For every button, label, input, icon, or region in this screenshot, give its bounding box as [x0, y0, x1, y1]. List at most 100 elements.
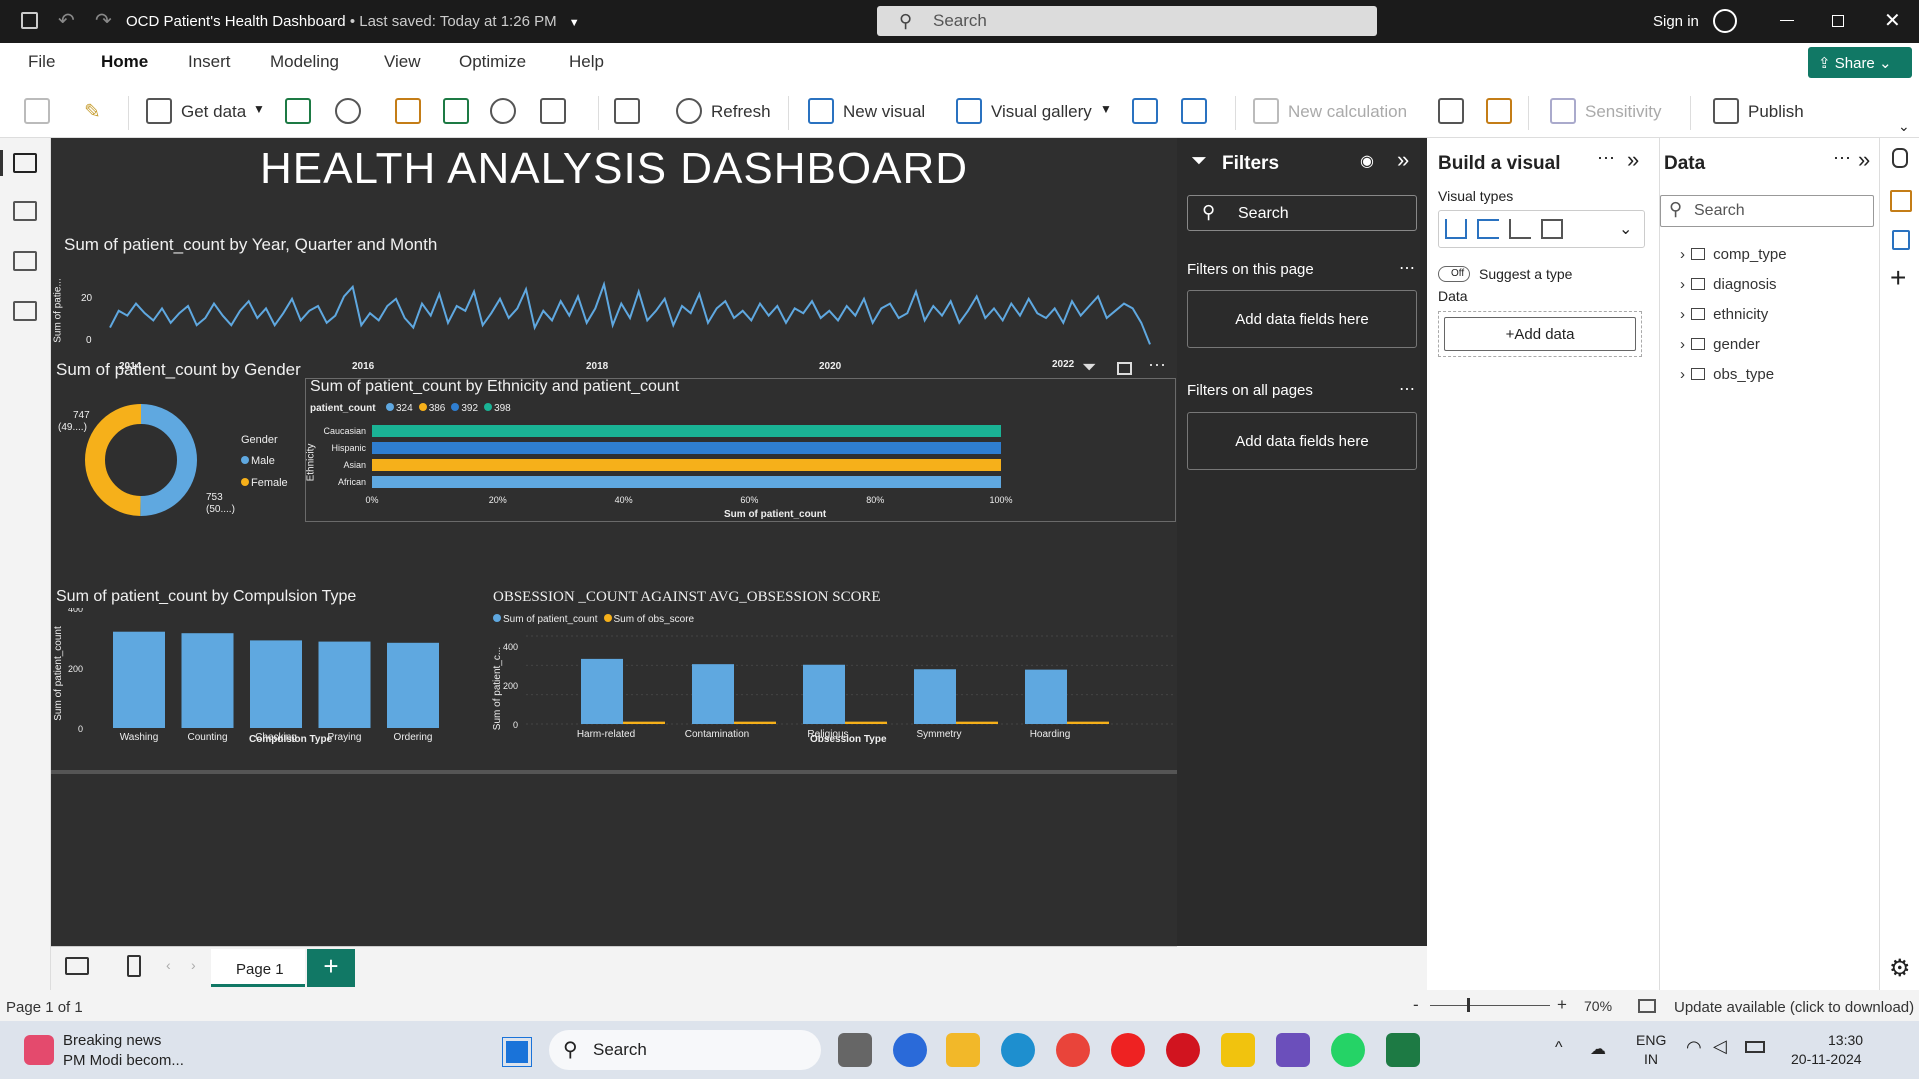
- recent-sources-icon[interactable]: [540, 98, 566, 124]
- more-options-icon[interactable]: ⋯: [1597, 148, 1615, 169]
- dataverse-icon[interactable]: [490, 98, 516, 124]
- publish-button[interactable]: Publish: [1748, 102, 1804, 122]
- legend-item[interactable]: Sum of patient_count: [493, 614, 598, 625]
- battery-icon[interactable]: [1745, 1041, 1765, 1053]
- table-icon[interactable]: [1541, 219, 1563, 239]
- account-icon[interactable]: [1713, 9, 1737, 33]
- refresh-button[interactable]: Refresh: [711, 102, 771, 122]
- excel-icon[interactable]: [1386, 1033, 1420, 1067]
- restore-icon[interactable]: [1832, 15, 1844, 27]
- line-chart-icon[interactable]: [1509, 219, 1531, 239]
- news-widget-icon[interactable]: [24, 1035, 54, 1065]
- chevron-right-icon[interactable]: ›: [1680, 276, 1689, 293]
- legend-item[interactable]: Sum of obs_score: [603, 614, 694, 625]
- chrome-profile-icon[interactable]: [893, 1033, 927, 1067]
- chevron-down-icon[interactable]: ▼: [253, 102, 265, 116]
- enter-data-icon[interactable]: [443, 98, 469, 124]
- clock-date[interactable]: 20-11-2024: [1791, 1051, 1862, 1067]
- tab-home[interactable]: Home: [101, 52, 148, 72]
- collapse-icon[interactable]: »: [1858, 147, 1870, 173]
- chevron-down-icon[interactable]: ⌄: [1619, 219, 1632, 239]
- text-box-icon[interactable]: [1132, 98, 1158, 124]
- sql-icon[interactable]: [395, 98, 421, 124]
- model-view-icon[interactable]: [13, 251, 37, 271]
- start-icon[interactable]: [502, 1037, 532, 1067]
- taskbar-search-input[interactable]: ⚲ Search: [549, 1030, 821, 1070]
- clock-time[interactable]: 13:30: [1828, 1032, 1863, 1048]
- wifi-icon[interactable]: ◠: [1686, 1037, 1702, 1058]
- add-page-button[interactable]: +: [307, 949, 355, 987]
- sign-in-link[interactable]: Sign in: [1653, 13, 1699, 30]
- chevron-down-icon[interactable]: ▼: [569, 17, 580, 29]
- obsession-bar-visual[interactable]: OBSESSION _COUNT AGAINST AVG_OBSESSION S…: [486, 588, 1176, 768]
- zoom-level[interactable]: 70%: [1584, 998, 1612, 1014]
- refresh-icon[interactable]: [676, 98, 702, 124]
- new-visual-icon[interactable]: [808, 98, 834, 124]
- add-data-button[interactable]: +Add data: [1444, 317, 1636, 351]
- tab-file[interactable]: File: [28, 52, 55, 72]
- volume-icon[interactable]: ◁: [1713, 1036, 1727, 1057]
- update-available-link[interactable]: Update available (click to download): [1674, 999, 1914, 1016]
- legend-item[interactable]: 386: [418, 403, 445, 414]
- language-primary[interactable]: ENG: [1636, 1032, 1666, 1048]
- new-visual-button[interactable]: New visual: [843, 102, 925, 122]
- table-item-comp_type[interactable]: › comp_type: [1680, 246, 1787, 263]
- format-painter-icon[interactable]: ✎: [84, 99, 101, 124]
- table-view-icon[interactable]: [13, 201, 37, 221]
- get-data-icon[interactable]: [146, 98, 172, 124]
- tab-optimize[interactable]: Optimize: [459, 52, 526, 72]
- data-search-input[interactable]: ⚲ Search: [1660, 195, 1874, 227]
- filters-search-input[interactable]: ⚲ Search: [1187, 195, 1417, 231]
- zoom-in-button[interactable]: +: [1557, 995, 1567, 1015]
- mobile-layout-icon[interactable]: [127, 955, 141, 977]
- undo-icon[interactable]: ↶: [58, 8, 75, 33]
- ethnicity-bar-visual[interactable]: Sum of patient_count by Ethnicity and pa…: [305, 378, 1176, 522]
- language-region[interactable]: IN: [1644, 1051, 1658, 1067]
- excel-icon[interactable]: [285, 98, 311, 124]
- onedrive-icon[interactable]: ☁: [1590, 1039, 1606, 1059]
- table-item-ethnicity[interactable]: › ethnicity: [1680, 306, 1768, 323]
- paste-icon[interactable]: [24, 98, 50, 124]
- legend-item[interactable]: 392: [451, 403, 478, 414]
- suggest-type-toggle[interactable]: Off: [1438, 266, 1470, 282]
- tab-view[interactable]: View: [384, 52, 421, 72]
- compulsion-bar-visual[interactable]: Sum of patient_count by Compulsion Type …: [51, 588, 471, 768]
- git-icon[interactable]: [1276, 1033, 1310, 1067]
- dax-query-icon[interactable]: [13, 301, 37, 321]
- edge-icon[interactable]: [1001, 1033, 1035, 1067]
- task-view-icon[interactable]: [838, 1033, 872, 1067]
- desktop-layout-icon[interactable]: [65, 957, 89, 975]
- legend-item[interactable]: Female: [241, 472, 288, 494]
- chevron-right-icon[interactable]: ›: [1680, 246, 1689, 263]
- visual-gallery-icon[interactable]: [956, 98, 982, 124]
- table-item-gender[interactable]: › gender: [1680, 336, 1760, 353]
- power-bi-icon[interactable]: [1221, 1033, 1255, 1067]
- more-options-icon[interactable]: ⋯: [1399, 258, 1415, 278]
- tab-help[interactable]: Help: [569, 52, 604, 72]
- zoom-slider-thumb[interactable]: [1467, 998, 1470, 1012]
- transform-data-icon[interactable]: [614, 98, 640, 124]
- eye-icon[interactable]: ◉: [1360, 151, 1374, 171]
- share-button[interactable]: ⇪ Share ⌄: [1808, 47, 1912, 78]
- zoom-out-button[interactable]: -: [1413, 995, 1419, 1015]
- more-options-icon[interactable]: ⋯: [1148, 355, 1166, 376]
- file-explorer-icon[interactable]: [946, 1033, 980, 1067]
- measure-icon[interactable]: [1438, 98, 1464, 124]
- legend-item[interactable]: 398: [484, 403, 511, 414]
- quick-measure-icon[interactable]: [1486, 98, 1512, 124]
- settings-icon[interactable]: ⚙: [1889, 954, 1911, 983]
- search-input[interactable]: ⚲ Search: [877, 6, 1377, 36]
- table-item-diagnosis[interactable]: › diagnosis: [1680, 276, 1777, 293]
- collapse-icon[interactable]: »: [1627, 147, 1639, 173]
- next-page-icon[interactable]: ›: [191, 957, 196, 973]
- format-pane-icon[interactable]: [1892, 230, 1910, 250]
- visual-gallery-button[interactable]: Visual gallery: [991, 102, 1092, 122]
- stacked-column-icon[interactable]: [1477, 219, 1499, 239]
- chevron-up-icon[interactable]: ^: [1555, 1039, 1563, 1057]
- chevron-right-icon[interactable]: ›: [1680, 336, 1689, 353]
- legend-item[interactable]: Male: [241, 450, 288, 472]
- get-data-button[interactable]: Get data: [181, 102, 246, 122]
- close-icon[interactable]: ✕: [1884, 8, 1901, 33]
- collapse-icon[interactable]: »: [1397, 147, 1409, 173]
- tab-page-1[interactable]: Page 1: [211, 949, 305, 987]
